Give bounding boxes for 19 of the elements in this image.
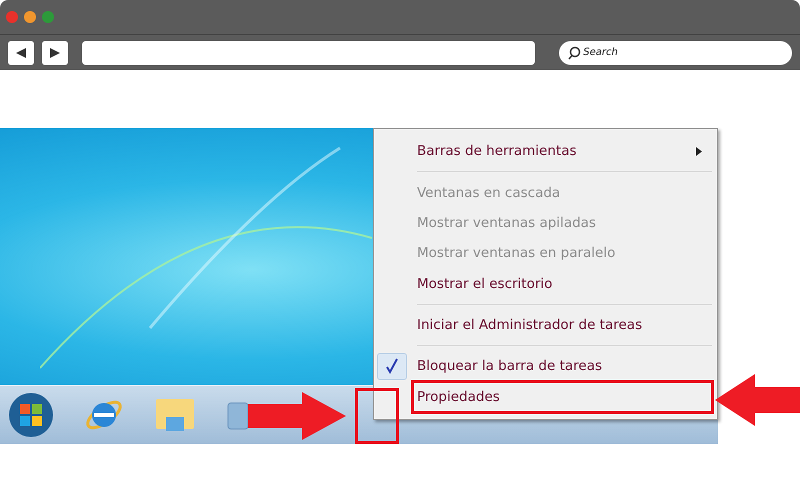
start-button[interactable] (8, 392, 54, 438)
checkbox[interactable] (377, 352, 407, 380)
search-field[interactable]: Search (559, 40, 792, 64)
menu-item[interactable]: Propiedades (377, 382, 714, 412)
zoom-button[interactable] (42, 11, 54, 23)
menu-item[interactable]: Bloquear la barra de tareas (377, 351, 714, 382)
search-icon (567, 46, 582, 60)
back-button[interactable] (8, 40, 34, 64)
minimize-button[interactable] (24, 11, 36, 23)
forward-icon (48, 46, 61, 58)
menu-item[interactable]: Barras de herramientas (377, 136, 714, 166)
address-field[interactable] (82, 40, 536, 64)
forward-button[interactable] (42, 40, 68, 64)
checkmark-icon (385, 358, 399, 374)
menu-item[interactable]: Mostrar el escritorio (377, 268, 714, 299)
search-input[interactable]: Search (583, 42, 784, 64)
highlight-frame (355, 388, 399, 444)
back-icon (14, 46, 27, 58)
menu-item[interactable]: Iniciar el Administrador de tareas (377, 310, 714, 340)
